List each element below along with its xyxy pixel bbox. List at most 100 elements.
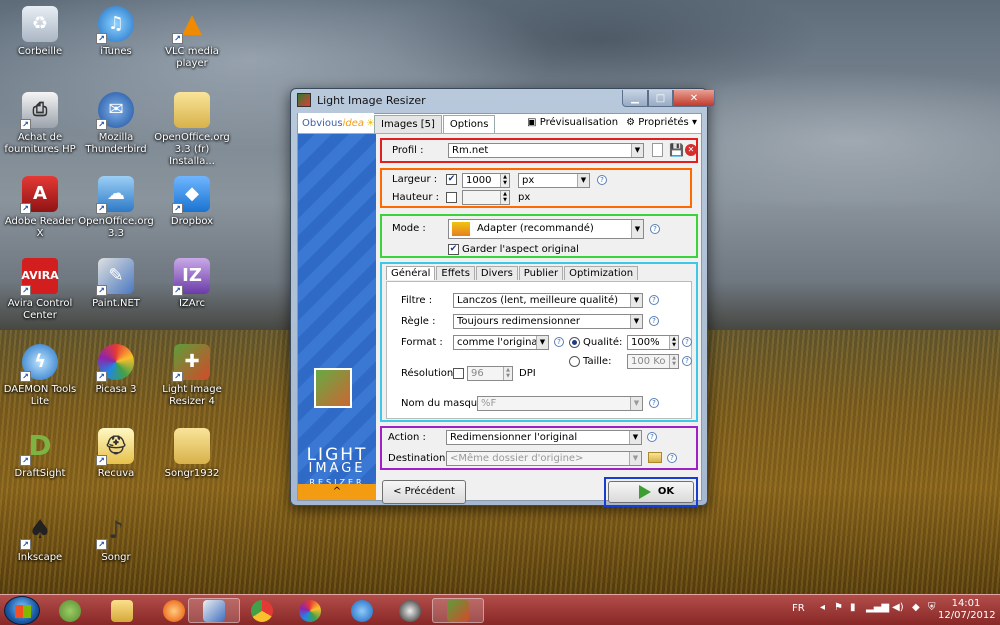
hauteur-input[interactable]: ▲ ▼ <box>462 190 510 205</box>
general-section: Général Effets Divers Publier Optimizati… <box>380 262 698 422</box>
help-icon[interactable]: ? <box>682 337 692 347</box>
taskbar-chrome[interactable] <box>236 598 288 623</box>
spinner-arrows[interactable]: ▲ ▼ <box>500 191 509 204</box>
subtab-divers[interactable]: Divers <box>475 266 518 280</box>
desktop-icon-dropbox[interactable]: ◆ ↗ Dropbox <box>152 176 232 228</box>
desktop-icon-adobe-reader[interactable]: A ↗ Adobe Reader X <box>0 176 80 240</box>
help-icon[interactable]: ? <box>667 453 677 463</box>
collapse-button[interactable]: ^ <box>298 484 376 500</box>
desktop-icon-openoffice[interactable]: ☁ ↗ OpenOffice.org 3.3 <box>76 176 156 240</box>
destination-select[interactable]: <Même dossier d'origine> ▼ <box>446 451 642 466</box>
desktop-icon-daemon[interactable]: ϟ ↗ DAEMON Tools Lite <box>0 344 80 408</box>
desktop-icon-openoffice-folder[interactable]: OpenOffice.org 3.3 (fr) Installa... <box>152 92 232 168</box>
desktop-icon-hp[interactable]: ⎙ ↗ Achat de fournitures HP <box>0 92 80 156</box>
close-button[interactable]: ✕ <box>673 90 715 107</box>
shield-icon[interactable]: ⛨ <box>928 602 936 613</box>
resolution-unit: DPI <box>519 368 536 379</box>
spinner-arrows[interactable]: ▲ ▼ <box>669 336 678 349</box>
regle-select[interactable]: Toujours redimensionner ▼ <box>453 314 643 329</box>
taskbar-spotify[interactable] <box>44 598 96 623</box>
help-icon[interactable]: ? <box>649 295 659 305</box>
desktop-icon-itunes[interactable]: ♫ ↗ iTunes <box>76 6 156 58</box>
ok-button[interactable]: OK <box>608 481 694 503</box>
mode-select[interactable]: Adapter (recommandé) ▼ <box>448 219 644 239</box>
desktop-icon-corbeille[interactable]: ♻ Corbeille <box>0 6 80 58</box>
itunes-icon: ♫ ↗ <box>96 6 134 44</box>
desktop-icon-songr-folder[interactable]: Songr1932 <box>152 428 232 480</box>
desktop-icon-label: IZArc <box>178 298 206 309</box>
taskbar-picasa[interactable] <box>284 598 336 623</box>
desktop-icon-lir[interactable]: ✚ ↗ Light Image Resizer 4 <box>152 344 232 408</box>
taille-input[interactable]: 100 Ko ▲ ▼ <box>627 354 679 369</box>
desktop-icon-izarc[interactable]: IZ ↗ IZArc <box>152 258 232 310</box>
start-button[interactable] <box>4 596 40 625</box>
taskbar-paintnet[interactable] <box>188 598 240 623</box>
flag-icon[interactable]: ⚑ <box>834 602 843 613</box>
help-icon[interactable]: ? <box>647 432 657 442</box>
windows-logo-icon <box>15 605 31 618</box>
largeur-unit-select[interactable]: px ▼ <box>518 173 590 188</box>
spinner-arrows[interactable]: ▲ ▼ <box>669 355 678 368</box>
taskbar-explorer[interactable] <box>96 598 148 623</box>
preview-button[interactable]: ▣ Prévisualisation <box>527 117 618 128</box>
delete-icon[interactable]: ✕ <box>685 144 697 156</box>
save-icon[interactable]: 💾 <box>669 143 684 157</box>
taille-radio[interactable] <box>569 356 580 367</box>
desktop-icon-label: OpenOffice.org 3.3 (fr) Installa... <box>154 132 230 167</box>
format-select[interactable]: comme l'original ▼ <box>453 335 549 350</box>
desktop-icon-paintnet[interactable]: ✎ ↗ Paint.NET <box>76 258 156 310</box>
qualite-input[interactable]: 100% ▲ ▼ <box>627 335 679 350</box>
help-icon[interactable]: ? <box>649 398 659 408</box>
resolution-checkbox[interactable] <box>453 368 464 379</box>
chevron-down-icon: ▼ <box>629 452 641 465</box>
previous-button[interactable]: < Précédent <box>382 480 466 504</box>
dropbox-tray-icon[interactable]: ◆ <box>912 602 920 613</box>
language-indicator[interactable]: FR <box>792 603 805 614</box>
help-icon[interactable]: ? <box>554 337 564 347</box>
chevron-up-icon[interactable]: ◂ <box>820 602 825 613</box>
desktop-icon-inkscape[interactable]: ♠ ↗ Inkscape <box>0 512 80 564</box>
desktop-icon-thunderbird[interactable]: ✉ ↗ Mozilla Thunderbird <box>76 92 156 156</box>
largeur-input[interactable]: 1000 ▲ ▼ <box>462 173 510 188</box>
spinner-arrows[interactable]: ▲ ▼ <box>500 174 509 187</box>
help-icon[interactable]: ? <box>597 175 607 185</box>
subtab-effets[interactable]: Effets <box>436 266 475 280</box>
masque-select[interactable]: %F ▼ <box>477 396 643 411</box>
action-select[interactable]: Redimensionner l'original ▼ <box>446 430 642 445</box>
taskbar-light-image-resizer[interactable] <box>432 598 484 623</box>
subtab-optimization[interactable]: Optimization <box>564 266 639 280</box>
new-profile-icon[interactable] <box>652 143 663 157</box>
profil-select[interactable]: Rm.net ▼ <box>448 143 644 158</box>
properties-button[interactable]: ⚙ Propriétés ▾ <box>626 117 697 128</box>
subtab-general[interactable]: Général <box>386 266 436 280</box>
network-icon[interactable]: ▮ <box>850 602 856 613</box>
help-icon[interactable]: ? <box>649 316 659 326</box>
light-image-resizer-icon: ✚ ↗ <box>172 344 210 382</box>
volume-icon[interactable]: ◀) <box>892 602 904 613</box>
resolution-input[interactable]: 96 ▲ ▼ <box>467 366 513 381</box>
desktop-icon-recuva[interactable]: ⛑ ↗ Recuva <box>76 428 156 480</box>
taskbar-thunderbird[interactable] <box>336 598 388 623</box>
desktop-icon-songr[interactable]: ♪ ↗ Songr <box>76 512 156 564</box>
tab-options[interactable]: Options <box>442 115 496 133</box>
filtre-select[interactable]: Lanczos (lent, meilleure qualité) ▼ <box>453 293 643 308</box>
maximize-button[interactable]: □ <box>648 90 673 107</box>
signal-icon[interactable]: ▂▄▆ <box>866 602 889 613</box>
subtab-publier[interactable]: Publier <box>518 266 564 280</box>
desktop-icon-vlc[interactable]: ▲ ↗ VLC media player <box>152 6 232 70</box>
desktop-icon-draftsight[interactable]: D ↗ DraftSight <box>0 428 80 480</box>
largeur-checkbox[interactable]: ✔ <box>446 174 457 185</box>
keep-aspect-checkbox[interactable]: ✔ <box>448 244 459 255</box>
hauteur-checkbox[interactable] <box>446 192 457 203</box>
help-icon[interactable]: ? <box>650 224 660 234</box>
desktop-icon-avira[interactable]: AVIRA ↗ Avira Control Center <box>0 258 80 322</box>
desktop-icon-picasa[interactable]: ↗ Picasa 3 <box>76 344 156 396</box>
tab-images[interactable]: Images [5] <box>374 115 442 133</box>
help-icon[interactable]: ? <box>682 356 692 366</box>
taskbar-inkscape[interactable] <box>384 598 436 623</box>
minimize-button[interactable]: ▁ <box>622 90 648 107</box>
browse-folder-icon[interactable] <box>648 452 662 463</box>
spinner-arrows[interactable]: ▲ ▼ <box>503 367 512 380</box>
qualite-radio[interactable] <box>569 337 580 348</box>
clock[interactable]: 14:01 12/07/2012 <box>938 598 996 622</box>
